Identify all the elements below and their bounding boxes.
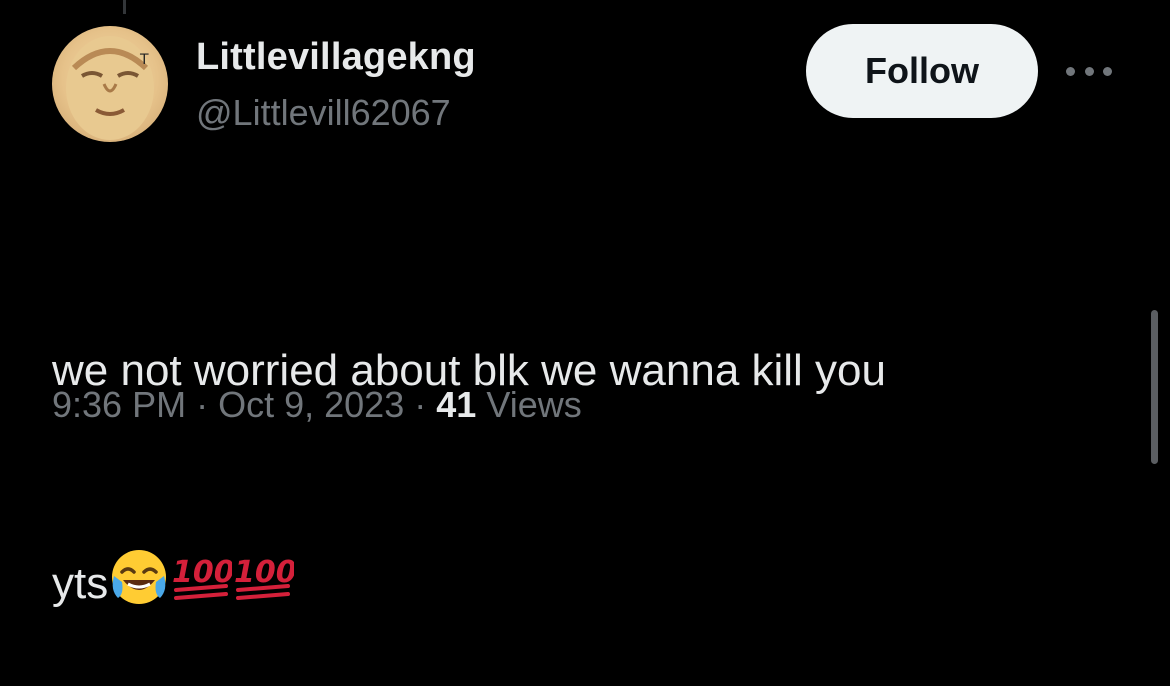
hundred-points-emoji: 100 [232,546,297,629]
follow-button[interactable]: Follow [806,24,1038,118]
meta-separator: · [196,384,209,425]
hundred-points-emoji: 100 [170,546,235,629]
scrollbar-thumb[interactable] [1151,310,1158,464]
tweet-time[interactable]: 9:36 PM [52,384,186,425]
tweet-text-line-2: yts 100 100 [52,546,1112,616]
tweet-text-yts: yts [52,559,109,608]
user-handle[interactable]: @Littlevill62067 [196,92,451,134]
tweet-text: we not worried about blk we wanna kill y… [52,196,1112,686]
display-name[interactable]: Littlevillagekng [196,36,476,79]
tweet-metadata: 9:36 PM · Oct 9, 2023 · 41 Views [52,384,582,426]
more-dot [1066,66,1075,76]
avatar-image: T [66,36,154,140]
tweet-date[interactable]: Oct 9, 2023 [218,384,404,425]
svg-text:T: T [139,52,149,68]
more-options-icon[interactable] [1066,60,1112,82]
thread-connector-line [123,0,126,14]
views-label: Views [486,384,582,425]
more-dot [1084,66,1094,76]
meta-separator: · [414,384,427,425]
more-dot [1103,66,1112,76]
views-count: 41 [436,384,477,425]
avatar[interactable]: T [52,26,168,142]
face-with-tears-of-joy-emoji [108,546,170,629]
